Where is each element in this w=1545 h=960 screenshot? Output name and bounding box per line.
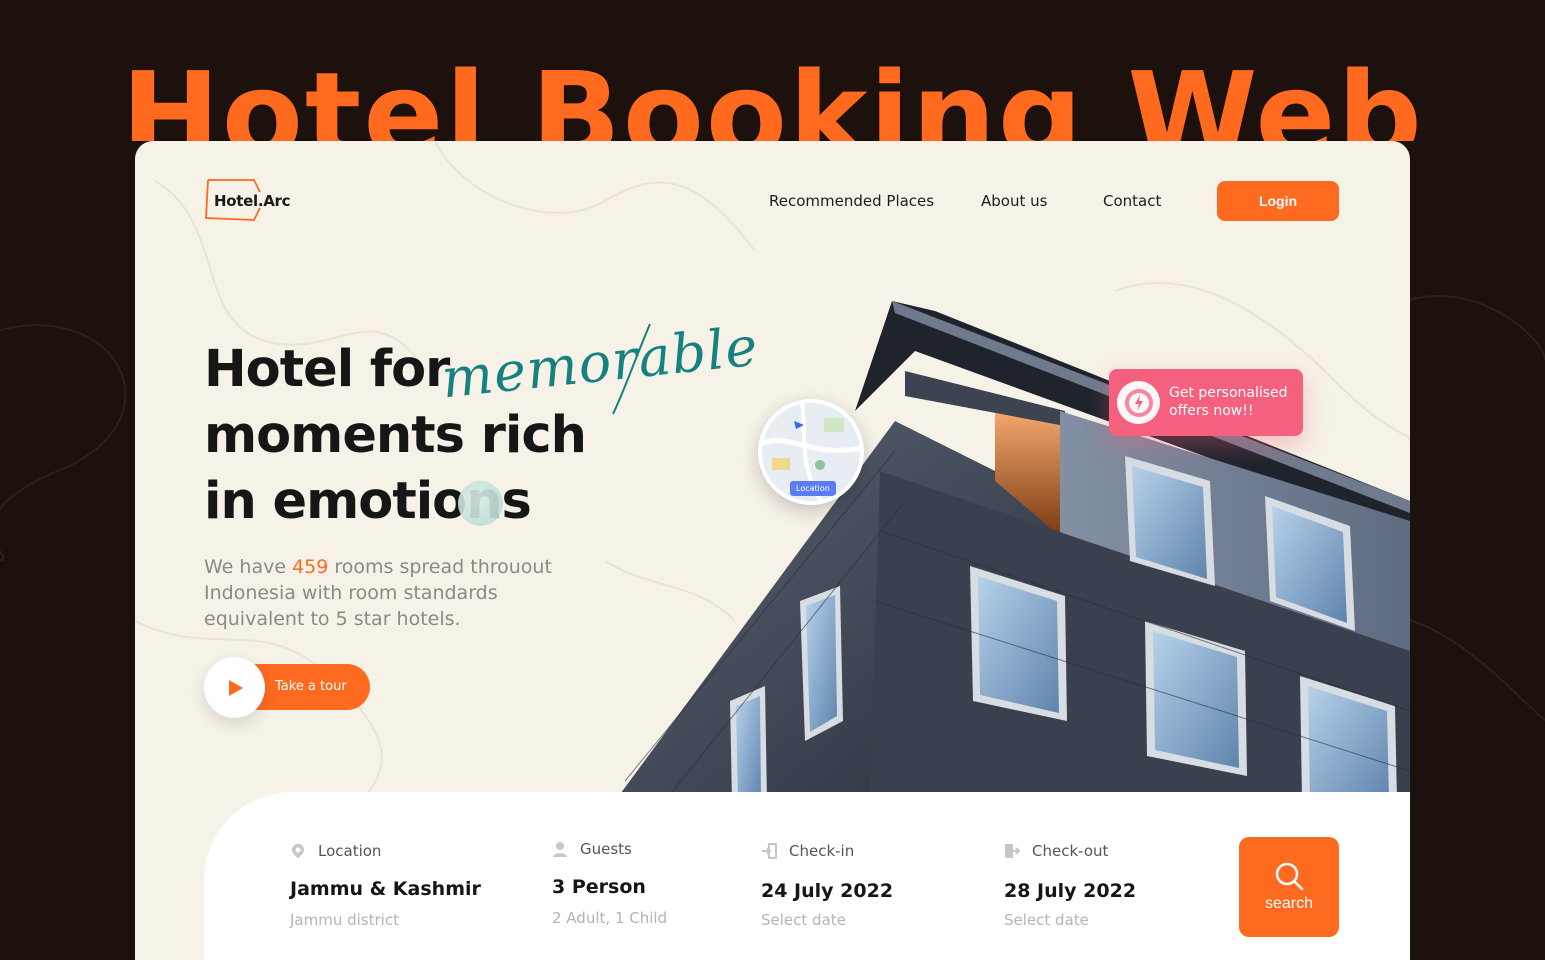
take-a-tour-label: Take a tour bbox=[275, 679, 347, 694]
hero-desc-before: We have bbox=[204, 556, 293, 578]
login-button[interactable]: Login bbox=[1217, 181, 1339, 221]
checkin-label-text: Check-in bbox=[789, 842, 855, 860]
checkin-icon bbox=[762, 843, 777, 859]
checkout-label-text: Check-out bbox=[1032, 842, 1109, 860]
nav-recommended-places[interactable]: Recommended Places bbox=[769, 192, 934, 210]
location-pin-icon bbox=[292, 844, 304, 858]
decorative-bubble bbox=[458, 481, 503, 526]
rooms-count: 459 bbox=[292, 556, 329, 578]
headline-line-3: in emotions bbox=[204, 472, 532, 531]
location-label-text: Location bbox=[318, 842, 382, 860]
guests-label-text: Guests bbox=[580, 840, 632, 858]
location-label: Location bbox=[290, 842, 381, 860]
offer-text: Get personalised offers now!! bbox=[1169, 385, 1288, 419]
hotel-landing-page: Hotel.Arc Recommended Places About us Co… bbox=[135, 141, 1410, 960]
map-location-tag: Location bbox=[790, 481, 836, 496]
checkin-sub: Select date bbox=[761, 911, 846, 929]
guests-field[interactable]: Guests 3 Person 2 Adult, 1 Child bbox=[552, 840, 732, 930]
brand-name: Hotel.Arc bbox=[214, 192, 291, 210]
checkout-icon bbox=[1005, 844, 1020, 858]
poster-title: Hotel Booking Web bbox=[121, 46, 1424, 141]
nav-about-us[interactable]: About us bbox=[981, 192, 1047, 210]
hero-description: We have 459 rooms spread throuout Indone… bbox=[204, 554, 584, 632]
checkin-value: 24 July 2022 bbox=[761, 880, 894, 902]
brand-logo[interactable]: Hotel.Arc bbox=[204, 178, 291, 222]
offer-icon-circle bbox=[1117, 381, 1160, 424]
checkin-field[interactable]: Check-in 24 July 2022 Select date bbox=[761, 842, 961, 932]
search-button[interactable]: search bbox=[1239, 837, 1339, 937]
lightning-icon bbox=[1124, 388, 1153, 417]
location-value: Jammu & Kashmir bbox=[290, 878, 481, 900]
checkin-label: Check-in bbox=[761, 842, 854, 860]
location-field[interactable]: Location Jammu & Kashmir Jammu district bbox=[290, 842, 510, 932]
search-icon bbox=[1275, 862, 1304, 891]
person-icon bbox=[553, 842, 567, 857]
personalised-offers-card[interactable]: Get personalised offers now!! bbox=[1109, 369, 1303, 436]
checkout-label: Check-out bbox=[1004, 842, 1108, 860]
search-button-label: search bbox=[1264, 895, 1314, 912]
location-sub: Jammu district bbox=[290, 911, 399, 929]
play-icon bbox=[228, 679, 243, 696]
checkout-field[interactable]: Check-out 28 July 2022 Select date bbox=[1004, 842, 1204, 932]
guests-sub: 2 Adult, 1 Child bbox=[552, 909, 668, 927]
checkout-value: 28 July 2022 bbox=[1004, 880, 1137, 902]
booking-search-bar: Location Jammu & Kashmir Jammu district … bbox=[204, 792, 1410, 960]
play-button[interactable] bbox=[204, 657, 265, 718]
nav-contact[interactable]: Contact bbox=[1103, 192, 1161, 210]
checkout-sub: Select date bbox=[1004, 911, 1089, 929]
guests-label: Guests bbox=[552, 840, 632, 858]
location-map-badge[interactable]: Location bbox=[758, 399, 864, 505]
guests-value: 3 Person bbox=[552, 876, 646, 898]
